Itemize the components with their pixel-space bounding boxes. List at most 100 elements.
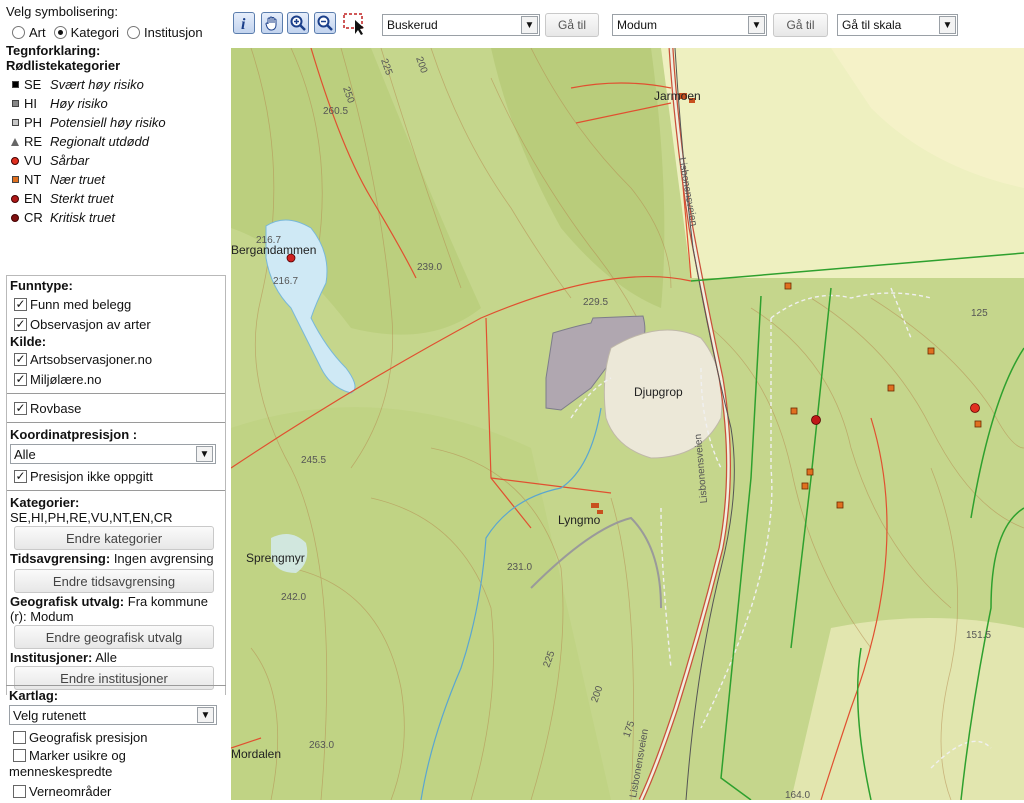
legend-item: SE Svært høy risiko [6,75,226,94]
ga-til-fylke-button[interactable]: Gå til [545,13,599,37]
presisjon-row: ✓ Presisjon ikke oppgitt [10,466,222,486]
observasjon-checkbox[interactable]: ✓ [14,317,27,331]
map-svg[interactable]: Jarmoen Bergandammen Djupgrop Lyngmo Spr… [231,48,1024,800]
tidsavgrensing-value: Ingen avgrensing [113,551,214,566]
funntype-label: Funntype: [10,278,73,293]
radio-institusjon[interactable] [127,25,141,39]
marker-en[interactable] [811,415,821,425]
chevron-down-icon[interactable]: ▼ [196,446,213,462]
contour-label: 231.0 [507,562,532,573]
rutenett-select[interactable]: Velg rutenett ▼ [9,705,217,725]
svg-text:i: i [241,16,246,31]
legend-code: NT [24,172,42,187]
tegnforklaring-label: Tegnforklaring: [6,43,101,58]
legend-list: SE Svært høy risiko HI Høy risiko PH Potensie… [6,75,226,227]
chevron-down-icon[interactable]: ▼ [939,16,956,34]
institusjoner-label: Institusjoner: [10,650,93,665]
endre-tidsavgrensing-button[interactable]: Endre tidsavgrensing [14,569,214,593]
chevron-down-icon[interactable]: ▼ [748,16,765,34]
legend-item: EN Sterkt truet [6,189,226,208]
radio-kategori[interactable] [53,25,67,39]
marker-nt[interactable] [806,468,814,476]
legend-item: PH Potensiell høy risiko [6,113,226,132]
kommune-select[interactable]: Modum ▼ [612,14,767,36]
legend-code: HI [24,96,37,111]
legend-item: VU Sårbar [6,151,226,170]
artsobservasjoner-checkbox[interactable]: ✓ [14,352,27,366]
funn-med-belegg-checkbox[interactable]: ✓ [14,297,27,311]
select-area-button[interactable] [342,12,368,36]
info-tool-button[interactable]: i [233,12,255,34]
skala-select[interactable]: Gå til skala ▼ [837,14,958,36]
divider [7,490,225,491]
contour-label: 263.0 [309,740,334,751]
legend-symbol-icon [6,81,24,88]
geografisk-value2: (r): Modum [10,609,74,624]
contour-label: 260.5 [323,106,348,117]
radio-institusjon-label: Institusjon [144,24,203,40]
geografisk-presisjon-checkbox[interactable] [13,730,26,744]
verneomrader-checkbox[interactable] [13,784,26,798]
presisjon-checkbox[interactable]: ✓ [14,469,27,483]
fylke-select[interactable]: Buskerud ▼ [382,14,540,36]
place-label: Sprengmyr [246,551,305,565]
marker-usikre-label-2: menneskespredte [9,764,113,779]
legend-name: Sterkt truet [50,191,114,206]
legend-name: Svært høy risiko [50,77,144,92]
koordinatpresisjon-select[interactable]: Alle ▼ [10,444,216,464]
rovbase-label: Rovbase [30,400,82,416]
marker-nt[interactable] [927,347,935,355]
legend-item: RE Regionalt utdødd [6,132,226,151]
map-toolbar: i Buskerud ▼ Gå til Modum ▼ Gå til Gå ti… [230,0,1024,48]
miljolare-checkbox[interactable]: ✓ [14,372,27,386]
legend-name: Kritisk truet [50,210,116,225]
funn-med-belegg-row: ✓ Funn med belegg [10,294,222,314]
legend-name: Nær truet [50,172,105,187]
chevron-down-icon[interactable]: ▼ [197,707,214,723]
rovbase-checkbox[interactable]: ✓ [14,401,27,415]
divider [7,422,225,423]
marker-nt[interactable] [836,501,844,509]
skala-value: Gå til skala [842,18,902,32]
marker-nt[interactable] [887,384,895,392]
hand-icon [265,16,277,31]
pan-tool-button[interactable] [261,12,283,34]
map-canvas[interactable]: Jarmoen Bergandammen Djupgrop Lyngmo Spr… [231,48,1024,800]
zoom-out-button[interactable] [314,12,336,34]
zoom-out-icon [317,15,333,31]
kartlag-label: Kartlag: [9,688,59,703]
marker-nt[interactable] [974,420,982,428]
info-icon: i [241,16,246,31]
ga-til-kommune-button[interactable]: Gå til [773,13,828,37]
marker-usikre-checkbox[interactable] [13,749,26,762]
legend-symbol-icon [6,213,24,222]
legend-code: CR [24,210,43,225]
endre-kategorier-button[interactable]: Endre kategorier [14,526,214,550]
legend-code: SE [24,77,42,92]
marker-nt[interactable] [801,482,809,490]
symbolisering-label: Velg symbolisering: [6,4,118,19]
legend-symbol-icon [6,194,24,203]
verneomrader-row: Verneområder [9,781,223,801]
zoom-in-button[interactable] [287,12,309,34]
sidebar: Velg symbolisering: Art Kategori Institu… [0,0,230,800]
marker-nt[interactable] [784,282,792,290]
artsobservasjoner-label: Artsobservasjoner.no [30,351,153,367]
geografisk-presisjon-row: Geografisk presisjon [9,727,223,747]
artsobservasjoner-row: ✓ Artsobservasjoner.no [10,349,222,369]
contour-label: 164.0 [785,790,810,800]
endre-geografisk-button[interactable]: Endre geografisk utvalg [14,625,214,649]
chevron-down-icon[interactable]: ▼ [521,16,538,34]
koordinatpresisjon-value: Alle [14,446,36,462]
contour-label: 151.5 [966,630,991,641]
marker-usikre-row: Marker usikre og [9,747,223,764]
legend-name: Sårbar [50,153,90,168]
radio-art[interactable] [12,25,25,39]
legend-code: PH [24,115,43,130]
radio-art-label: Art [29,24,46,40]
select-area-icon [343,13,364,35]
marker-nt[interactable] [790,407,798,415]
institusjoner-value: Alle [95,650,117,665]
marker-vu[interactable] [970,403,980,413]
kommune-value: Modum [617,18,658,32]
